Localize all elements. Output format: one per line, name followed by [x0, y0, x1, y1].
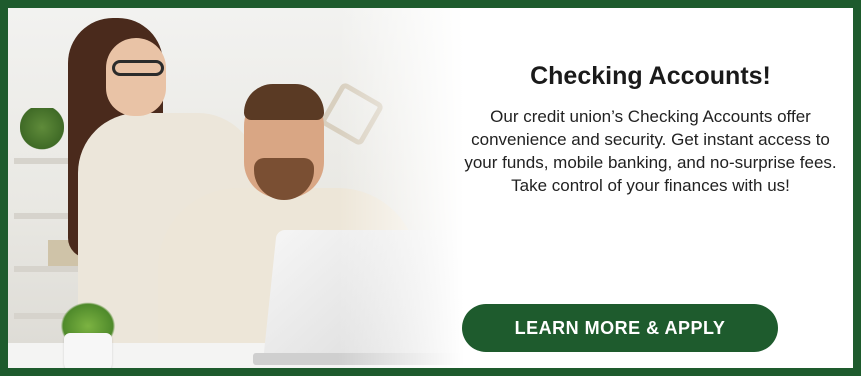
learn-more-apply-button[interactable]: LEARN MORE & APPLY [462, 304, 778, 352]
potted-plant [56, 298, 120, 338]
man-hair [244, 84, 324, 120]
laptop [263, 230, 477, 360]
checking-accounts-banner: Checking Accounts! Our credit union’s Ch… [0, 0, 861, 376]
promo-description: Our credit union’s Checking Accounts off… [464, 107, 837, 195]
hero-photo [8, 8, 478, 368]
promo-content: Checking Accounts! Our credit union’s Ch… [448, 8, 853, 368]
glasses [112, 60, 164, 76]
promo-title: Checking Accounts! [530, 62, 771, 90]
shelf-plant [20, 108, 64, 156]
woman-face [106, 38, 166, 116]
wall-decor [319, 81, 385, 147]
plant-pot [64, 333, 112, 368]
laptop-base [253, 353, 473, 365]
